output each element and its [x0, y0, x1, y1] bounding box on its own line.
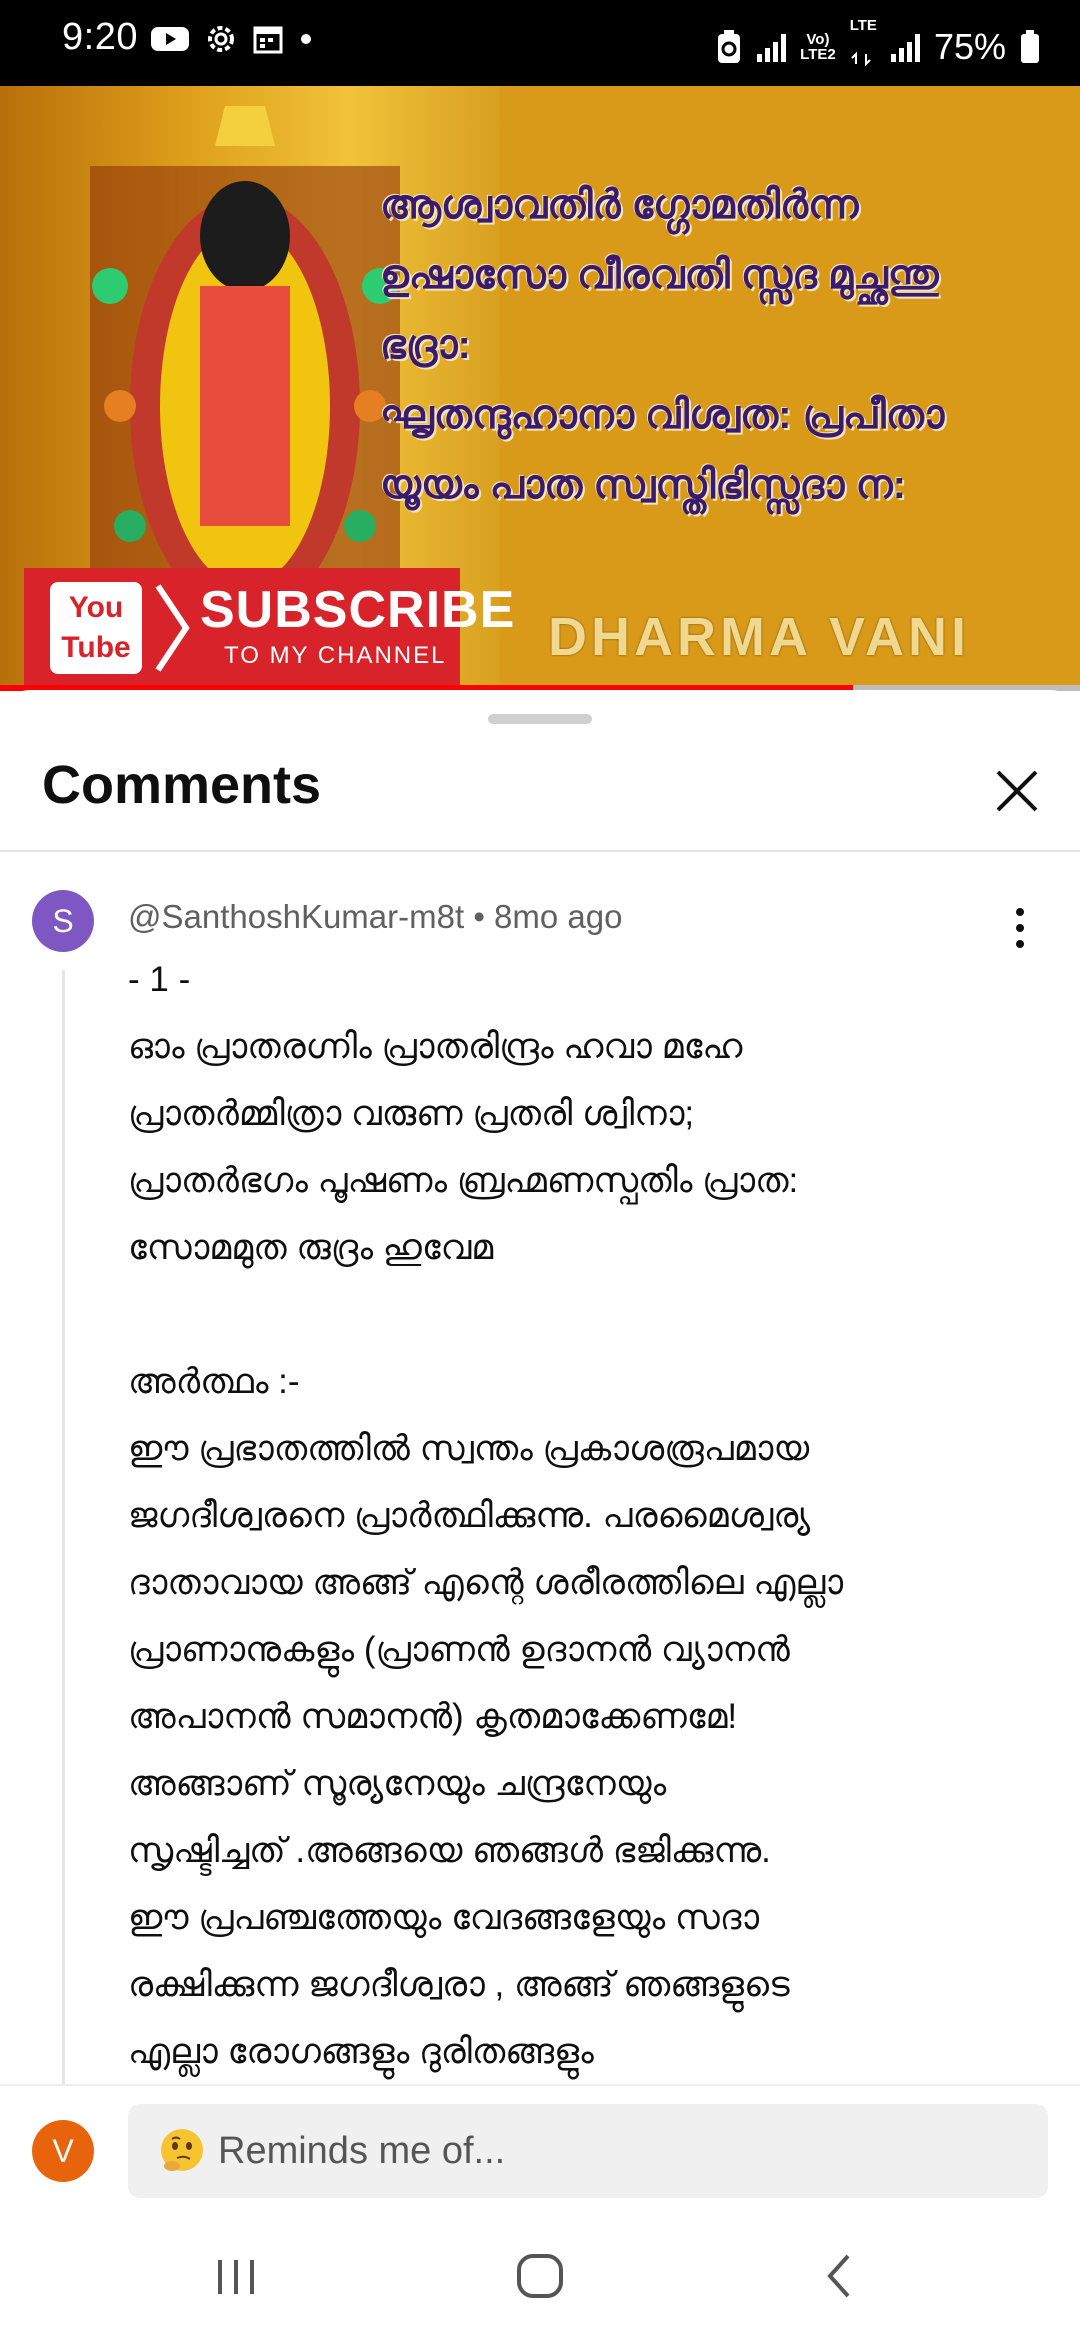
header-divider	[0, 850, 1080, 852]
notification-icons	[150, 22, 314, 56]
channel-watermark: DHARMA VANI	[548, 607, 970, 667]
comment-line: പ്രാതർഭഗം പൂഷണം ബ്രഹ്മണസ്പതിം പ്രാത:	[128, 1161, 799, 1200]
comment-line: ദാതാവായ അങ്ങ് എന്റെ ശരീരത്തിലെ എല്ലാ	[128, 1563, 844, 1602]
subscribe-label: SUBSCRIBE	[200, 581, 516, 639]
chevron-right-icon	[155, 584, 190, 672]
video-player[interactable]: ആശ്വാവതിർ ഗ്ഗോമതിർന്ന ഉഷാസോ വീരവതി സ്സദ …	[0, 86, 1080, 688]
close-icon[interactable]	[984, 758, 1050, 824]
battery-icon	[1021, 29, 1039, 63]
lte-label: LTE	[849, 17, 877, 34]
comment-input-bar: V Reminds me of...	[0, 2084, 1080, 2206]
author-avatar[interactable]: S	[32, 890, 94, 952]
comment-line: രക്ഷിക്കുന്ന ജഗദീശ്വരാ , അങ്ങ് ഞങ്ങളുടെ	[128, 1965, 790, 2004]
subscribe-badge: You Tube SUBSCRIBE TO MY CHANNEL	[24, 568, 514, 688]
home-icon[interactable]	[500, 2246, 580, 2306]
recent-apps-icon[interactable]	[196, 2246, 276, 2306]
comment-line: അർത്ഥം :-	[128, 1362, 300, 1401]
verse-line: ഭദ്രാ:	[380, 323, 471, 367]
comment-line	[128, 1281, 1028, 1348]
comment-body: - 1 - ഓം പ്രാതരഗ്നിം പ്രാതരിന്ദ്രം ഹവാ മഹ…	[128, 946, 1028, 2085]
signal-strength-1-icon	[757, 32, 787, 62]
comment-line: പ്രാതർമ്മിത്രാ വരുണ പ്രതരി ശ്വിനാ;	[128, 1094, 695, 1133]
user-avatar[interactable]: V	[32, 2120, 94, 2182]
subscribe-sublabel: TO MY CHANNEL	[224, 642, 447, 669]
youtube-logo-top: You	[68, 591, 124, 624]
meta-separator: •	[473, 898, 485, 935]
status-bar: 9:20 Vo) LTE2 LTE 75%	[0, 0, 1080, 86]
thinking-face-emoji-icon	[161, 2129, 203, 2171]
comment-age: 8mo ago	[494, 898, 623, 935]
comment-input[interactable]: Reminds me of...	[128, 2104, 1048, 2198]
battery-percent: 75%	[933, 25, 1006, 67]
volte-top-label: Vo)	[806, 30, 830, 48]
status-right: Vo) LTE2 LTE 75%	[715, 18, 1040, 75]
comment-line: പ്രാണാനുകളും (പ്രാണൻ ഉദാനൻ വ്യാനൻ	[128, 1630, 790, 1669]
input-placeholder: Reminds me of...	[218, 2130, 506, 2172]
comment-line: ഓം പ്രാതരഗ്നിം പ്രാതരിന്ദ്രം ഹവാ മഹേ	[128, 1027, 743, 1066]
drag-handle[interactable]	[488, 714, 592, 724]
thread-line	[62, 970, 65, 2120]
comment-line: അങ്ങാണ് സൂര്യനേയും ചന്ദ്രനേയും	[128, 1764, 667, 1803]
volte-bottom-label: LTE2	[800, 45, 836, 63]
youtube-logo-bottom: Tube	[61, 631, 131, 664]
lte-indicator: LTE	[850, 18, 877, 75]
youtube-notification-icon	[151, 27, 189, 51]
comment-line: ഈ പ്രപഞ്ചത്തേയും വേദങ്ങളേയും സദാ	[128, 1898, 760, 1937]
data-arrows-icon	[851, 51, 871, 67]
battery-saver-icon	[718, 29, 741, 63]
verse-line: ഘൃതന്ദുഹാനാ വിശ്വത: പ്രപീതാ	[380, 393, 945, 437]
volte-label: Vo) LTE2	[800, 32, 836, 62]
comments-title: Comments	[42, 755, 322, 815]
calendar-icon	[253, 26, 283, 54]
verse-text: ആശ്വാവതിർ ഗ്ഗോമതിർന്ന ഉഷാസോ വീരവതി സ്സദ …	[380, 170, 1060, 520]
comment-line: സോമമുത രുദ്രം ഹുവേമ	[128, 1228, 494, 1267]
verse-line: യൂയം പാത സ്വസ്തിഭിസ്സദാ ന:	[380, 463, 906, 507]
comment-line: - 1 -	[128, 960, 191, 999]
verse-line: ആശ്വാവതിർ ഗ്ഗോമതിർന്ന	[380, 183, 859, 227]
comment-line: ഈ പ്രഭാതത്തിൽ സ്വന്തം പ്രകാശരൂപമായ	[128, 1429, 810, 1468]
verse-line: ഉഷാസോ വീരവതി സ്സദ മുച്ഛന്തു	[380, 253, 939, 297]
comment-line: എല്ലാ രോഗങ്ങളും ദുരിതങ്ങളും	[128, 2032, 594, 2071]
status-time: 9:20	[62, 16, 138, 58]
youtube-logo: You Tube	[50, 582, 142, 674]
system-nav-bar	[0, 2206, 1080, 2340]
settings-gear-icon	[208, 26, 234, 52]
back-icon[interactable]	[800, 2246, 880, 2306]
deity-image	[90, 106, 400, 626]
more-notifications-dot-icon	[301, 34, 311, 44]
comment-line: സൃഷ്ടിച്ചത് .അങ്ങയെ ഞങ്ങൾ ഭജിക്കുന്നു.	[128, 1831, 771, 1870]
comment-meta: @SanthoshKumar-m8t • 8mo ago	[128, 898, 622, 936]
comment-line: അപാനൻ സമാനൻ) കൃതമാക്കേണമേ!	[128, 1697, 738, 1736]
comment-author[interactable]: @SanthoshKumar-m8t	[128, 898, 464, 935]
signal-strength-2-icon	[890, 32, 920, 62]
comment-line: ജഗദീശ്വരനെ പ്രാർത്ഥിക്കുന്നു. പരമൈശ്വര്യ	[128, 1496, 811, 1535]
